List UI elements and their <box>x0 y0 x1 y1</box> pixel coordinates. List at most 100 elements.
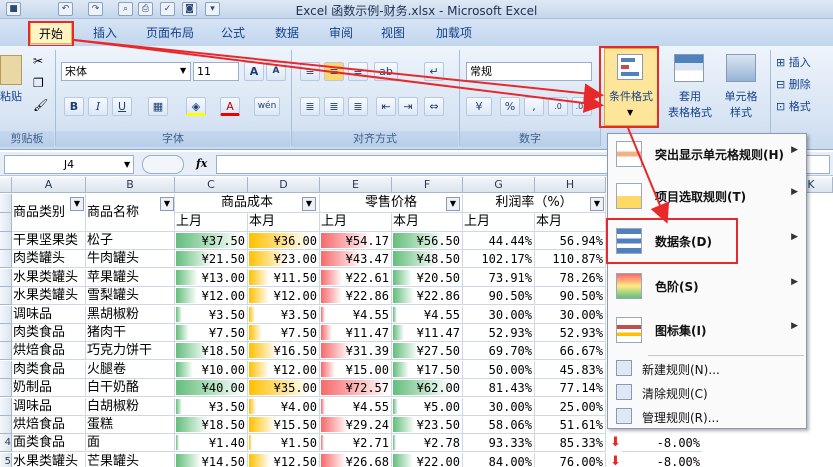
cell-price-last[interactable]: ¥31.39 <box>320 342 392 360</box>
cell-price-this[interactable]: ¥23.50 <box>392 416 463 434</box>
cell-category[interactable]: 肉类食品 <box>12 324 86 342</box>
align-right-icon[interactable]: ≣ <box>348 97 368 116</box>
cell-name[interactable]: 猪肉干 <box>86 324 175 342</box>
filter-button-price[interactable]: ▼ <box>446 197 460 211</box>
cell-profit-last[interactable]: 44.44% <box>463 232 535 250</box>
cell-price-last[interactable]: ¥4.55 <box>320 398 392 416</box>
cell-cost-this[interactable]: ¥4.00 <box>248 398 320 416</box>
row-header[interactable] <box>0 269 12 287</box>
cell-profit-last[interactable]: 52.93% <box>463 324 535 342</box>
cell-cost-last[interactable]: ¥3.50 <box>175 306 248 324</box>
tab-insert[interactable]: 插入 <box>84 22 126 44</box>
cell-profit-last[interactable]: 102.17% <box>463 250 535 268</box>
cell-name[interactable]: 火腿卷 <box>86 361 175 379</box>
row-header[interactable] <box>0 194 12 213</box>
chevron-down-icon[interactable]: ▼ <box>180 66 186 75</box>
column-header-f[interactable]: F <box>392 177 463 193</box>
cell-cost-this[interactable]: ¥12.00 <box>248 287 320 305</box>
column-header-b[interactable]: B <box>86 177 175 193</box>
cell-name[interactable]: 白胡椒粉 <box>86 398 175 416</box>
cell-price-this[interactable]: ¥27.50 <box>392 342 463 360</box>
cell-name[interactable]: 苹果罐头 <box>86 269 175 287</box>
grow-font-button[interactable]: A <box>244 62 264 81</box>
cell-category[interactable]: 面类食品 <box>12 434 86 452</box>
cell-cost-this[interactable]: ¥16.50 <box>248 342 320 360</box>
format-cells-button[interactable]: ⊡ 格式 <box>776 98 811 114</box>
menu-item-icon-sets[interactable]: 图标集(I) ▶ <box>608 310 806 350</box>
cell-category[interactable]: 肉类罐头 <box>12 250 86 268</box>
cell-name[interactable]: 巧克力饼干 <box>86 342 175 360</box>
cell-price-last[interactable]: ¥54.17 <box>320 232 392 250</box>
row-header[interactable]: 5 <box>0 453 12 467</box>
cell-cost-this[interactable]: ¥7.50 <box>248 324 320 342</box>
decrease-decimal-icon[interactable]: .00 <box>572 97 592 116</box>
cell-price-last[interactable]: ¥29.24 <box>320 416 392 434</box>
cell-cost-last[interactable]: ¥1.40 <box>175 434 248 452</box>
column-header-g[interactable]: G <box>463 177 535 193</box>
cell-category[interactable]: 肉类食品 <box>12 361 86 379</box>
cell-price-this[interactable]: ¥4.55 <box>392 306 463 324</box>
cell-profit-last[interactable]: 30.00% <box>463 306 535 324</box>
cell-cost-last[interactable]: ¥40.00 <box>175 379 248 397</box>
cell-category[interactable]: 水果类罐头 <box>12 269 86 287</box>
cell-cost-this[interactable]: ¥12.00 <box>248 361 320 379</box>
tab-data[interactable]: 数据 <box>266 22 308 44</box>
cell-price-last[interactable]: ¥26.68 <box>320 453 392 467</box>
filter-button-profit[interactable]: ▼ <box>590 197 604 211</box>
cell-price-last[interactable]: ¥4.55 <box>320 306 392 324</box>
row-header[interactable] <box>0 306 12 324</box>
paste-label[interactable]: 粘贴 <box>0 90 22 104</box>
font-name-select[interactable]: 宋体 <box>61 62 191 81</box>
cell-price-last[interactable]: ¥22.61 <box>320 269 392 287</box>
row-header[interactable] <box>0 379 12 397</box>
cell-profit-last[interactable]: 81.43% <box>463 379 535 397</box>
cell-price-this[interactable]: ¥48.50 <box>392 250 463 268</box>
align-left-icon[interactable]: ≣ <box>300 97 320 116</box>
tab-review[interactable]: 审阅 <box>320 22 362 44</box>
bold-button[interactable]: B <box>64 97 84 116</box>
table-format-label-2[interactable]: 表格格式 <box>660 106 720 120</box>
align-top-icon[interactable]: ≡ <box>300 62 320 81</box>
cell-name[interactable]: 面 <box>86 434 175 452</box>
cell-cost-last[interactable]: ¥13.00 <box>175 269 248 287</box>
cell-price-this[interactable]: ¥17.50 <box>392 361 463 379</box>
cell-cost-last[interactable]: ¥37.50 <box>175 232 248 250</box>
tab-page-layout[interactable]: 页面布局 <box>140 22 200 44</box>
cell-profit-last[interactable]: 93.33% <box>463 434 535 452</box>
row-header[interactable] <box>0 213 12 232</box>
cell-profit-last[interactable]: 69.70% <box>463 342 535 360</box>
cell-profit-this[interactable]: 52.93% <box>535 324 606 342</box>
merge-center-icon[interactable]: ⇔ <box>424 97 444 116</box>
row-header[interactable] <box>0 250 12 268</box>
cell-cost-last[interactable]: ¥3.50 <box>175 398 248 416</box>
cell-category[interactable]: 水果类罐头 <box>12 453 86 467</box>
cell-name[interactable]: 白干奶酪 <box>86 379 175 397</box>
column-header-c[interactable]: C <box>175 177 248 193</box>
table-format-label-1[interactable]: 套用 <box>660 90 720 104</box>
cell-price-last[interactable]: ¥15.00 <box>320 361 392 379</box>
row-header[interactable] <box>0 416 12 434</box>
cell-cost-last[interactable]: ¥18.50 <box>175 342 248 360</box>
cell-profit-this[interactable]: 51.61% <box>535 416 606 434</box>
cell-price-this[interactable]: ¥5.00 <box>392 398 463 416</box>
cell-profit-this[interactable]: 110.87% <box>535 250 606 268</box>
cell-price-last[interactable]: ¥11.47 <box>320 324 392 342</box>
cell-profit-this[interactable]: 85.33% <box>535 434 606 452</box>
cell-profit-this[interactable]: 78.26% <box>535 269 606 287</box>
increase-decimal-icon[interactable]: .0 <box>548 97 568 116</box>
cell-cost-this[interactable]: ¥36.00 <box>248 232 320 250</box>
cell-price-this[interactable]: ¥22.00 <box>392 453 463 467</box>
paste-icon[interactable] <box>0 55 22 85</box>
cell-profit-this[interactable]: 25.00% <box>535 398 606 416</box>
cell-price-last[interactable]: ¥22.86 <box>320 287 392 305</box>
cell-cost-this[interactable]: ¥12.50 <box>248 453 320 467</box>
chevron-down-icon[interactable]: ▼ <box>124 160 130 169</box>
cell-name[interactable]: 雪梨罐头 <box>86 287 175 305</box>
number-format-select[interactable]: 常规 <box>466 62 592 81</box>
comma-button[interactable]: , <box>524 97 544 116</box>
tab-add-ins[interactable]: 加载项 <box>426 22 482 44</box>
cell-cost-this[interactable]: ¥3.50 <box>248 306 320 324</box>
orientation-icon[interactable]: ab <box>374 62 398 81</box>
filter-button-cost[interactable]: ▼ <box>302 197 316 211</box>
cell-price-last[interactable]: ¥72.57 <box>320 379 392 397</box>
